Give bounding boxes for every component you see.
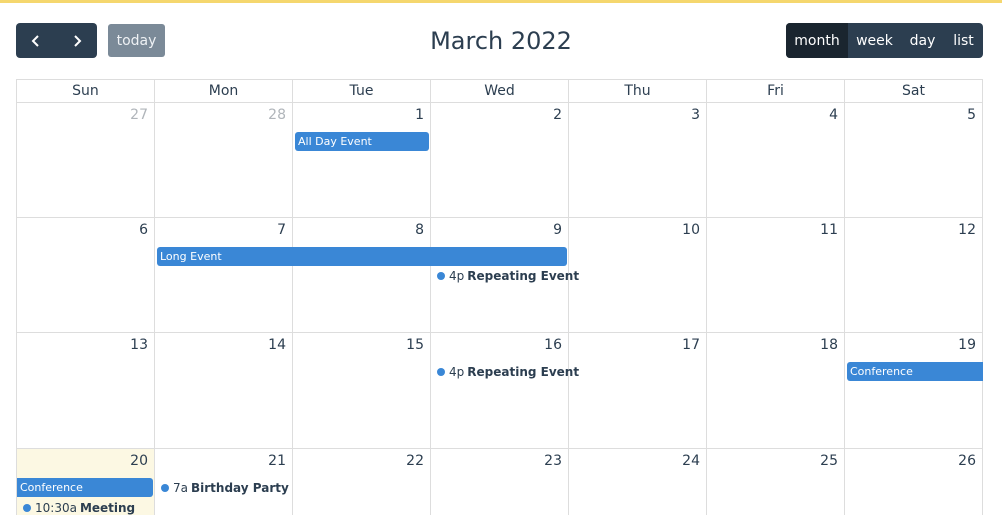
event-long[interactable]: Long Event <box>157 247 567 266</box>
day-cell[interactable]: 8 <box>293 218 431 333</box>
day-cell[interactable]: 19 <box>845 333 983 449</box>
day-cell[interactable]: 6 <box>17 218 155 333</box>
day-number: 22 <box>406 453 424 469</box>
event-dot-icon <box>437 368 445 376</box>
day-number: 27 <box>130 107 148 123</box>
day-cell[interactable]: 4 <box>707 103 845 218</box>
day-cell[interactable]: 10 <box>569 218 707 333</box>
event-time: 7a <box>173 481 188 495</box>
event-all-day[interactable]: All Day Event <box>295 132 429 151</box>
day-number: 5 <box>967 107 976 123</box>
day-cell[interactable]: 11 <box>707 218 845 333</box>
view-list-button[interactable]: list <box>944 23 983 58</box>
weekday-header: Wed <box>431 80 569 103</box>
day-number: 8 <box>415 222 424 238</box>
event-time: 10:30a <box>35 501 77 515</box>
day-number: 2 <box>553 107 562 123</box>
day-number: 17 <box>682 337 700 353</box>
day-cell[interactable]: 2 <box>431 103 569 218</box>
day-cell[interactable]: 22 <box>293 449 431 515</box>
day-number: 20 <box>130 453 148 469</box>
day-number: 16 <box>544 337 562 353</box>
day-number: 25 <box>820 453 838 469</box>
event-repeating[interactable]: 4p Repeating Event <box>437 268 579 284</box>
day-cell[interactable]: 7 <box>155 218 293 333</box>
event-dot-icon <box>437 272 445 280</box>
view-month-button[interactable]: month <box>786 23 848 58</box>
day-number: 19 <box>958 337 976 353</box>
view-day-button[interactable]: day <box>901 23 944 58</box>
day-number: 28 <box>268 107 286 123</box>
day-number: 21 <box>268 453 286 469</box>
day-cell[interactable]: 26 <box>845 449 983 515</box>
weekday-header: Tue <box>293 80 431 103</box>
weekday-header: Fri <box>707 80 845 103</box>
day-cell[interactable]: 17 <box>569 333 707 449</box>
day-number: 14 <box>268 337 286 353</box>
event-title: Birthday Party <box>191 481 289 495</box>
event-time: 4p <box>449 269 465 283</box>
event-conference[interactable]: Conference <box>17 478 153 497</box>
day-cell[interactable]: 24 <box>569 449 707 515</box>
day-cell[interactable]: 14 <box>155 333 293 449</box>
day-number: 6 <box>139 222 148 238</box>
day-number: 4 <box>829 107 838 123</box>
day-cell[interactable]: 16 <box>431 333 569 449</box>
day-number: 18 <box>820 337 838 353</box>
calendar-grid: Sun Mon Tue Wed Thu Fri Sat 27 28 1 2 3 … <box>16 79 983 515</box>
day-cell[interactable]: 23 <box>431 449 569 515</box>
day-number: 13 <box>130 337 148 353</box>
view-week-button[interactable]: week <box>848 23 901 58</box>
day-number: 23 <box>544 453 562 469</box>
weekday-header: Mon <box>155 80 293 103</box>
day-number: 7 <box>277 222 286 238</box>
day-cell[interactable]: 27 <box>17 103 155 218</box>
top-accent-bar <box>0 0 1002 3</box>
day-cell[interactable]: 13 <box>17 333 155 449</box>
event-meeting[interactable]: 10:30a Meeting <box>23 500 135 515</box>
day-cell[interactable]: 15 <box>293 333 431 449</box>
day-number: 24 <box>682 453 700 469</box>
day-number: 11 <box>820 222 838 238</box>
event-birthday[interactable]: 7a Birthday Party <box>161 480 289 496</box>
weekday-header: Thu <box>569 80 707 103</box>
event-repeating[interactable]: 4p Repeating Event <box>437 364 579 380</box>
day-number: 10 <box>682 222 700 238</box>
day-number: 26 <box>958 453 976 469</box>
day-cell[interactable]: 25 <box>707 449 845 515</box>
weekday-header: Sat <box>845 80 983 103</box>
event-title: Meeting <box>79 501 136 515</box>
day-number: 15 <box>406 337 424 353</box>
day-number: 9 <box>553 222 562 238</box>
event-conference[interactable]: Conference <box>847 362 983 381</box>
day-cell[interactable]: 1 <box>293 103 431 218</box>
day-cell[interactable]: 3 <box>569 103 707 218</box>
day-number: 12 <box>958 222 976 238</box>
event-dot-icon <box>161 484 169 492</box>
day-cell[interactable]: 28 <box>155 103 293 218</box>
day-number: 1 <box>415 107 424 123</box>
event-time: 4p <box>449 365 465 379</box>
weekday-header: Sun <box>17 80 155 103</box>
day-cell[interactable]: 5 <box>845 103 983 218</box>
day-cell[interactable]: 12 <box>845 218 983 333</box>
day-number: 3 <box>691 107 700 123</box>
event-dot-icon <box>23 504 31 512</box>
event-title: Repeating Event <box>467 365 580 379</box>
view-switcher: month week day list <box>786 23 983 58</box>
event-title: Repeating Event <box>467 269 580 283</box>
day-cell[interactable]: 18 <box>707 333 845 449</box>
